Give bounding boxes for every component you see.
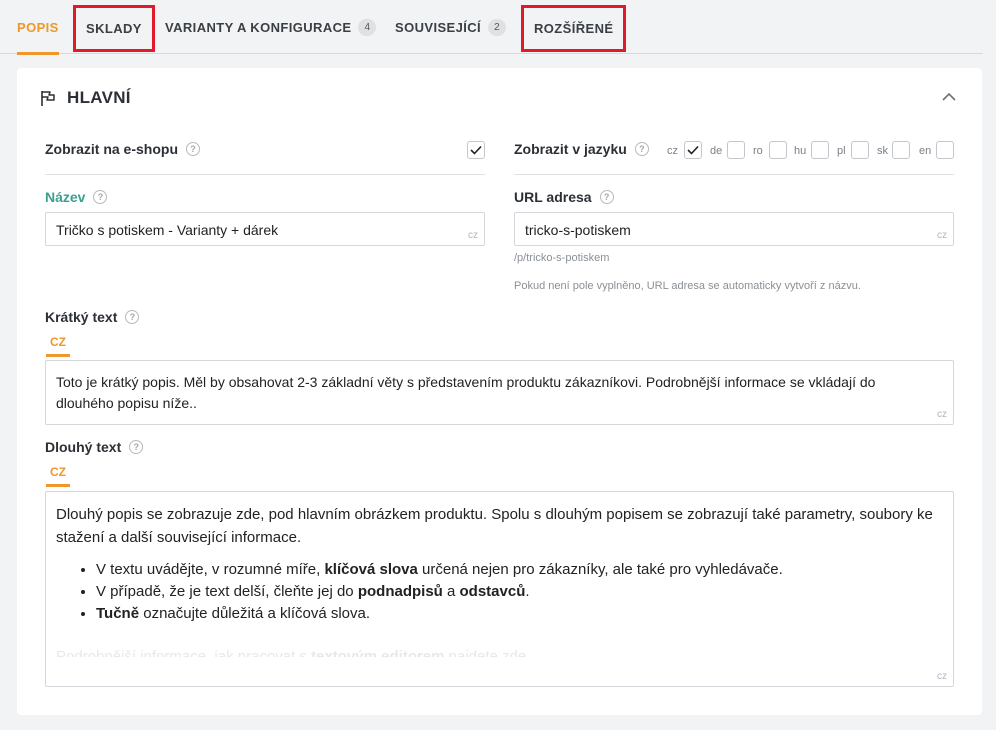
lang-code-ro: ro: [753, 145, 763, 157]
help-icon[interactable]: ?: [634, 142, 649, 156]
count-badge: 4: [358, 18, 377, 36]
url-preview: /p/tricko-s-potiskem: [514, 252, 610, 264]
tab-rozsirene[interactable]: ROZŠÍŘENÉ: [521, 5, 627, 52]
count-badge: 2: [488, 18, 507, 36]
lang-checkbox-hu[interactable]: [811, 141, 829, 159]
divider: [45, 174, 485, 175]
help-icon[interactable]: ?: [599, 190, 614, 204]
lang-indicator: cz: [937, 409, 947, 420]
help-icon[interactable]: ?: [125, 310, 140, 324]
lang-code-cz: cz: [667, 145, 678, 157]
flag-icon: [41, 91, 55, 106]
lang-tab-cz[interactable]: CZ: [46, 335, 70, 357]
name-label: Název?: [45, 189, 108, 205]
tab-popis[interactable]: POPIS: [17, 0, 59, 55]
lang-code-de: de: [710, 145, 723, 157]
check-icon: [470, 145, 482, 155]
long-text-label: Dlouhý text?: [45, 439, 144, 455]
tab-varianty[interactable]: VARIANTY A KONFIGURACE 4: [165, 0, 377, 54]
editor-intro: Dlouhý popis se zobrazuje zde, pod hlavn…: [56, 506, 933, 546]
name-value: Tričko s potiskem - Varianty + dárek: [56, 222, 279, 238]
lang-checkbox-pl[interactable]: [851, 141, 869, 159]
list-item: V textu uvádějte, v rozumné míře, klíčov…: [96, 559, 933, 581]
show-lang-label: Zobrazit v jazyku?: [514, 141, 649, 157]
help-icon[interactable]: ?: [129, 440, 144, 454]
lang-code-pl: pl: [837, 145, 846, 157]
lang-checkbox-en[interactable]: [936, 141, 954, 159]
check-icon: [687, 145, 699, 155]
lang-code-en: en: [919, 145, 932, 157]
tab-bar: POPIS SKLADY VARIANTY A KONFIGURACE 4 SOU…: [0, 0, 983, 55]
name-input[interactable]: Tričko s potiskem - Varianty + dárek cz: [45, 212, 485, 246]
url-hint: Pokud není pole vyplněno, URL adresa se …: [514, 280, 861, 292]
lang-indicator: cz: [937, 230, 947, 241]
main-card: HLAVNÍ Zobrazit na e-shopu? Zobrazit v j…: [17, 68, 982, 715]
lang-checkbox-ro[interactable]: [769, 141, 787, 159]
show-eshop-label: Zobrazit na e-shopu?: [45, 141, 200, 157]
list-item: Tučně označujte důležitá a klíčová slova…: [96, 603, 933, 625]
short-text-textarea[interactable]: Toto je krátký popis. Měl by obsahovat 2…: [45, 360, 954, 425]
short-text-value: Toto je krátký popis. Měl by obsahovat 2…: [56, 374, 876, 411]
lang-checkbox-de[interactable]: [727, 141, 745, 159]
list-item: V případě, že je text delší, čleňte jej …: [96, 581, 933, 603]
lang-code-hu: hu: [794, 145, 807, 157]
show-eshop-checkbox[interactable]: [467, 141, 485, 159]
url-value: tricko-s-potiskem: [525, 222, 631, 238]
lang-indicator: cz: [937, 671, 947, 682]
lang-checkbox-sk[interactable]: [892, 141, 910, 159]
lang-code-sk: sk: [877, 145, 888, 157]
long-text-editor[interactable]: Dlouhý popis se zobrazuje zde, pod hlavn…: [45, 491, 954, 687]
editor-list: V textu uvádějte, v rozumné míře, klíčov…: [96, 559, 933, 625]
url-input[interactable]: tricko-s-potiskem cz: [514, 212, 954, 246]
lang-tab-cz[interactable]: CZ: [46, 465, 70, 487]
editor-faded-line: Podrobnější informace, jak pracovat s te…: [56, 648, 527, 657]
chevron-up-icon[interactable]: [942, 92, 956, 102]
divider: [514, 174, 954, 175]
help-icon[interactable]: ?: [93, 190, 108, 204]
lang-checkbox-cz[interactable]: [684, 141, 702, 159]
lang-indicator: cz: [468, 230, 478, 241]
editor-content: Dlouhý popis se zobrazuje zde, pod hlavn…: [56, 503, 933, 657]
tab-sklady[interactable]: SKLADY: [73, 5, 155, 52]
section-title: HLAVNÍ: [67, 88, 131, 107]
tab-souvisejici[interactable]: SOUVISEJÍCÍ 2: [395, 0, 507, 54]
short-text-label: Krátký text?: [45, 309, 140, 325]
help-icon[interactable]: ?: [186, 142, 200, 156]
url-label: URL adresa?: [514, 189, 614, 205]
section-header: HLAVNÍ: [39, 88, 131, 108]
